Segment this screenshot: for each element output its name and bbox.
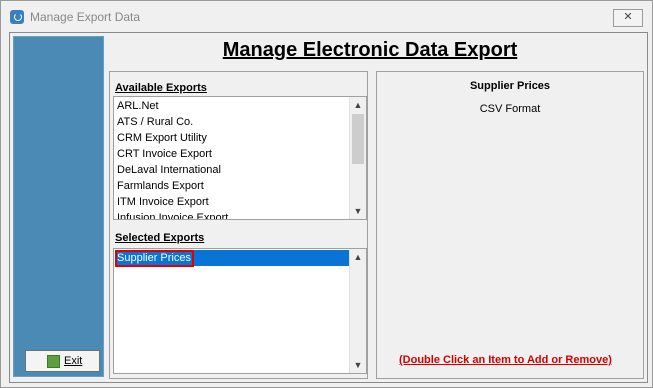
content-frame: Exit Manage Electronic Data Export Avail… — [9, 32, 648, 383]
exit-door-icon — [47, 355, 60, 368]
chevron-up-icon[interactable]: ▲ — [350, 249, 366, 265]
list-item[interactable]: Supplier Prices — [115, 250, 349, 267]
selected-exports-label: Selected Exports — [115, 232, 205, 244]
chevron-down-icon[interactable]: ▼ — [350, 203, 366, 219]
list-item[interactable]: ARL.Net — [117, 98, 159, 114]
list-item[interactable]: CRM Export Utility — [117, 130, 207, 146]
close-button[interactable]: ✕ — [613, 9, 643, 27]
page-title: Manage Electronic Data Export — [222, 39, 518, 61]
list-item[interactable]: Farmlands Export — [117, 178, 204, 194]
selected-scrollbar[interactable]: ▲ ▼ — [349, 249, 366, 373]
manage-export-window: Manage Export Data ✕ Exit Manage Electro… — [0, 0, 653, 388]
exports-panel: Available Exports ARL.Net ATS / Rural Co… — [109, 71, 368, 379]
available-scrollbar[interactable]: ▲ ▼ — [349, 97, 366, 219]
sidebar: Exit — [13, 36, 104, 377]
window-title: Manage Export Data — [30, 10, 141, 24]
scroll-thumb[interactable] — [352, 114, 364, 164]
chevron-down-icon[interactable]: ▼ — [350, 357, 366, 373]
highlight-box — [115, 250, 194, 267]
power-icon — [10, 10, 24, 24]
list-item[interactable]: Infusion Invoice Export — [117, 210, 228, 219]
title-bar: Manage Export Data ✕ — [1, 1, 652, 31]
selected-exports-list[interactable]: Supplier Prices ▲ ▼ — [113, 248, 367, 374]
chevron-up-icon[interactable]: ▲ — [350, 97, 366, 113]
export-details-panel: Supplier Prices CSV Format (Double Click… — [376, 71, 644, 379]
instruction-hint: (Double Click an Item to Add or Remove) — [399, 354, 612, 366]
list-item[interactable]: ITM Invoice Export — [117, 194, 209, 210]
list-item[interactable]: DeLaval International — [117, 162, 221, 178]
exit-label: Exit — [64, 355, 83, 367]
exit-button[interactable]: Exit — [25, 350, 100, 372]
list-item[interactable]: ATS / Rural Co. — [117, 114, 193, 130]
available-exports-list[interactable]: ARL.Net ATS / Rural Co. CRM Export Utili… — [113, 96, 367, 220]
list-item[interactable]: CRT Invoice Export — [117, 146, 212, 162]
export-name: Supplier Prices — [469, 80, 551, 92]
available-exports-label: Available Exports — [115, 82, 207, 94]
export-format: CSV Format — [479, 103, 541, 115]
